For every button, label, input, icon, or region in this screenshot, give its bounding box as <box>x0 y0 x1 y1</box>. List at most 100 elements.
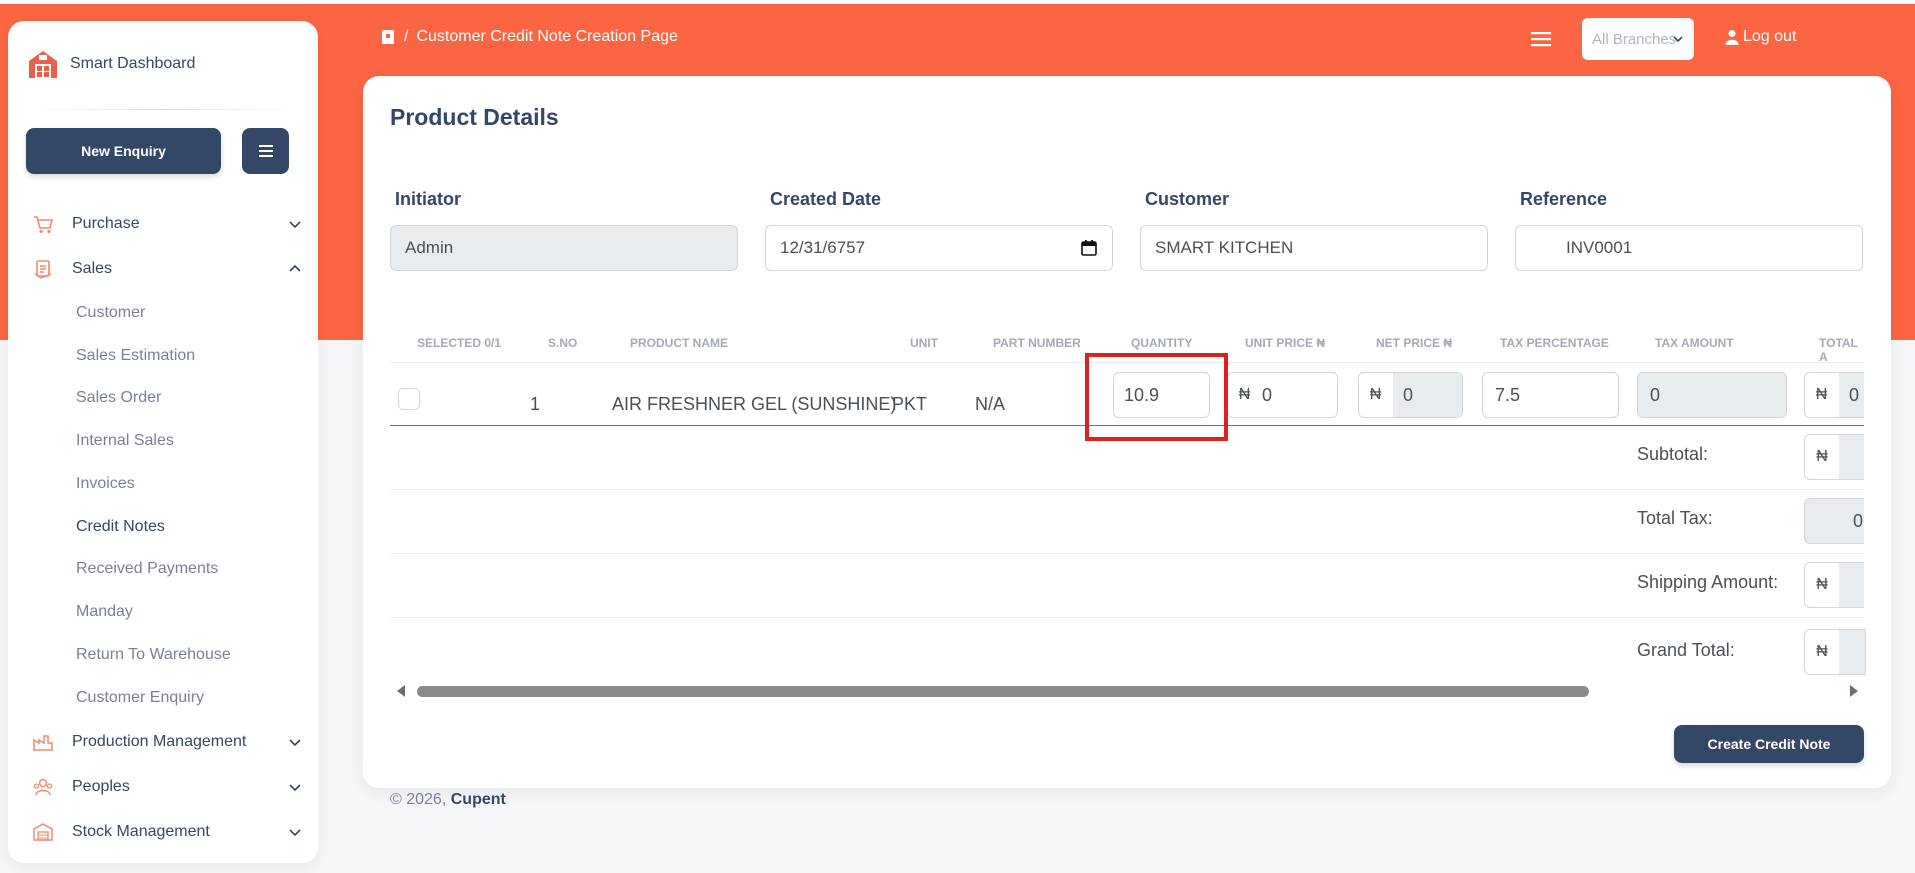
row-divider <box>390 553 1864 554</box>
total-value: 0 <box>1839 373 1864 417</box>
grand-total-field: ₦ <box>1804 629 1866 675</box>
currency-symbol: ₦ <box>1816 448 1828 465</box>
branch-select[interactable]: All Branches <box>1582 18 1694 60</box>
home-icon[interactable] <box>380 29 396 45</box>
breadcrumb-current-page: Customer Credit Note Creation Page <box>416 28 678 45</box>
row-select-checkbox[interactable] <box>398 388 420 410</box>
unit-price-value: 0 <box>1262 384 1273 405</box>
shipping-amount-input[interactable]: ₦ <box>1804 562 1864 608</box>
new-enquiry-button[interactable]: New Enquiry <box>26 128 221 174</box>
column-header-tax-amount: TAX AMOUNT <box>1655 336 1734 350</box>
logout-label: Log out <box>1743 28 1797 45</box>
sidebar: Smart Dashboard New Enquiry Purchase Sal… <box>8 21 318 863</box>
currency-symbol: ₦ <box>1238 386 1251 403</box>
sidebar-subitem-manday[interactable]: Manday <box>76 603 133 621</box>
scrollbar-thumb[interactable] <box>417 686 1589 697</box>
subtotal-value <box>1839 435 1864 479</box>
initiator-field: Admin <box>390 225 738 271</box>
card-title: Product Details <box>390 104 559 130</box>
total-tax-label: Total Tax: <box>1637 508 1713 528</box>
column-header-net-price: NET PRICE ₦ <box>1376 336 1453 350</box>
sidebar-item-peoples[interactable]: Peoples <box>32 772 302 802</box>
breadcrumb-separator: / <box>404 28 409 45</box>
cell-unit: PKT <box>892 394 928 414</box>
chevron-down-icon <box>289 784 301 792</box>
menu-icon <box>258 145 273 157</box>
divider <box>26 109 300 110</box>
grand-total-label: Grand Total: <box>1637 640 1735 660</box>
sidebar-item-production-management[interactable]: Production Management <box>32 727 302 757</box>
subtotal-label: Subtotal: <box>1637 444 1709 464</box>
footer: © 2026, Cupent <box>390 791 506 809</box>
created-date-field[interactable]: 12/31/6757 <box>765 225 1113 271</box>
scroll-right-arrow-icon[interactable] <box>1850 685 1858 697</box>
logout-link[interactable]: Log out <box>1725 28 1796 46</box>
warehouse-logo-icon <box>29 51 57 78</box>
sidebar-subitem-invoices[interactable]: Invoices <box>76 475 135 493</box>
scroll-left-arrow-icon[interactable] <box>397 685 405 697</box>
branch-select-value: All Branches <box>1592 30 1677 48</box>
chevron-down-icon <box>289 829 301 837</box>
sidebar-subitem-return-to-warehouse[interactable]: Return To Warehouse <box>76 646 231 664</box>
quantity-highlight-box <box>1085 353 1228 441</box>
column-header-part-number: PART NUMBER <box>993 336 1081 350</box>
tax-percentage-value: 7.5 <box>1495 384 1521 405</box>
chevron-down-icon <box>1673 36 1683 43</box>
sidebar-subitem-customer-enquiry[interactable]: Customer Enquiry <box>76 689 204 707</box>
footer-company-link[interactable]: Cupent <box>451 791 506 808</box>
sidebar-item-label: Purchase <box>72 215 140 232</box>
grand-total-value <box>1839 630 1865 674</box>
unit-price-input[interactable]: ₦ 0 <box>1227 372 1338 418</box>
sidebar-subitem-sales-order[interactable]: Sales Order <box>76 389 161 407</box>
net-price-value: 0 <box>1393 373 1462 417</box>
reference-field[interactable]: INV0001 <box>1515 225 1863 271</box>
column-header-total: TOTAL A <box>1819 336 1858 364</box>
sidebar-item-sales[interactable]: Sales <box>32 254 302 284</box>
row-divider <box>390 489 1864 490</box>
currency-symbol: ₦ <box>1816 576 1828 593</box>
cell-product-name: AIR FRESHNER GEL (SUNSHINE) <box>612 394 897 414</box>
cell-sno: 1 <box>530 394 541 414</box>
cell-part-number: N/A <box>975 394 1006 414</box>
sidebar-subitem-received-payments[interactable]: Received Payments <box>76 560 218 578</box>
brand[interactable]: Smart Dashboard <box>26 47 195 81</box>
currency-symbol: ₦ <box>1816 643 1828 660</box>
cart-icon <box>34 216 54 234</box>
chevron-down-icon <box>289 221 301 229</box>
sidebar-toggle-button[interactable] <box>242 128 289 174</box>
subtotal-field: ₦ <box>1804 434 1864 480</box>
sidebar-subitem-credit-notes[interactable]: Credit Notes <box>76 518 165 536</box>
footer-copyright: © 2026, <box>390 791 447 808</box>
reference-label: Reference <box>1520 189 1608 209</box>
sidebar-item-purchase[interactable]: Purchase <box>32 209 302 239</box>
column-header-quantity: QUANTITY <box>1131 336 1193 350</box>
sidebar-item-stock-management[interactable]: Stock Management <box>32 817 302 847</box>
sales-icon <box>34 260 52 279</box>
customer-field[interactable]: SMART KITCHEN <box>1140 225 1488 271</box>
sidebar-item-label: Peoples <box>72 778 130 795</box>
created-date-label: Created Date <box>770 189 882 209</box>
total-tax-field: 0 <box>1804 498 1864 544</box>
sidebar-subitem-customer[interactable]: Customer <box>76 304 145 322</box>
tax-percentage-input[interactable]: 7.5 <box>1482 372 1619 418</box>
calendar-icon[interactable] <box>1080 239 1098 257</box>
column-header-sno: S.NO <box>548 336 578 350</box>
shipping-amount-label: Shipping Amount: <box>1637 572 1779 592</box>
sidebar-subitem-sales-estimation[interactable]: Sales Estimation <box>76 347 195 365</box>
row-divider <box>390 617 1864 618</box>
create-credit-note-button[interactable]: Create Credit Note <box>1674 725 1864 763</box>
horizontal-scrollbar[interactable] <box>390 681 1864 701</box>
net-price-input: ₦ 0 <box>1358 372 1463 418</box>
chevron-down-icon <box>289 739 301 747</box>
user-icon <box>1725 30 1739 45</box>
brand-name: Smart Dashboard <box>70 55 196 72</box>
sidebar-item-label: Stock Management <box>72 823 210 840</box>
chevron-up-icon <box>289 264 301 272</box>
currency-symbol: ₦ <box>1369 386 1382 403</box>
initiator-label: Initiator <box>395 189 461 209</box>
hamburger-menu-icon[interactable] <box>1530 28 1552 50</box>
sidebar-subitem-internal-sales[interactable]: Internal Sales <box>76 432 174 450</box>
customer-label: Customer <box>1145 189 1230 209</box>
currency-symbol: ₦ <box>1815 386 1828 403</box>
people-icon <box>33 778 53 796</box>
